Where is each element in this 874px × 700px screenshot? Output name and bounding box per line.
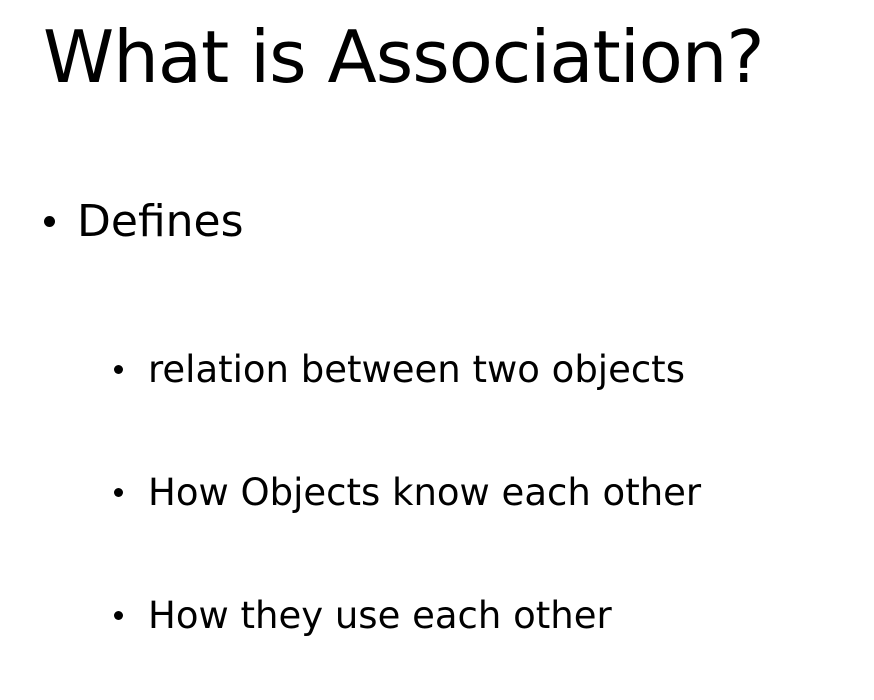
- bullet-dot-icon: [114, 488, 123, 497]
- bullet-dot-icon: [114, 365, 123, 374]
- slide: What is Association? Defines relation be…: [0, 0, 874, 700]
- sub-bullet-text: How they use each other: [148, 594, 612, 637]
- sub-bullet-item: How they use each other: [114, 594, 612, 637]
- bullet-text: Defines: [77, 196, 244, 247]
- bullet-dot-icon: [44, 216, 55, 227]
- bullet-dot-icon: [114, 611, 123, 620]
- sub-bullet-text: How Objects know each other: [148, 471, 702, 514]
- bullet-item-defines: Defines: [44, 196, 244, 247]
- sub-bullet-text: relation between two objects: [148, 348, 685, 391]
- sub-bullet-item: How Objects know each other: [114, 471, 701, 514]
- sub-bullet-item: relation between two objects: [114, 348, 685, 391]
- slide-title: What is Association?: [43, 15, 765, 99]
